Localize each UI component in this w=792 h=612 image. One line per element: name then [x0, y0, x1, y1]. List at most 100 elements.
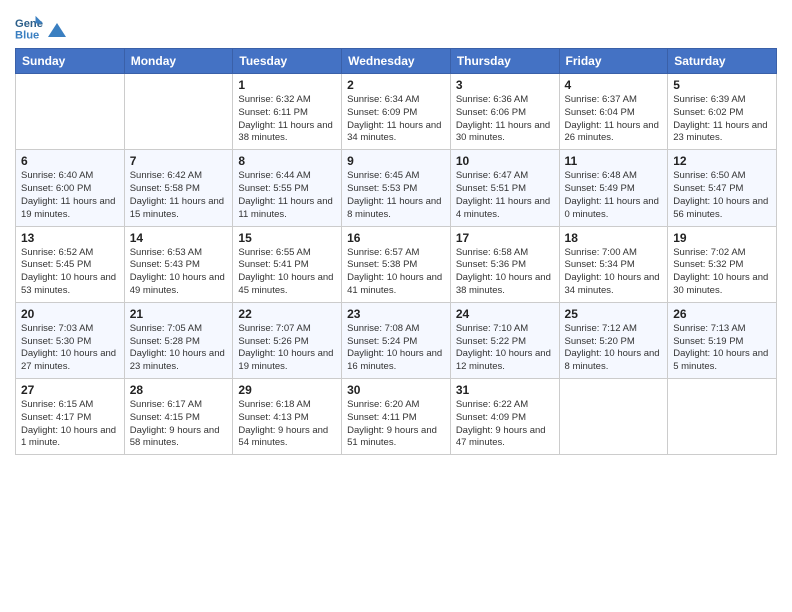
- day-number: 2: [347, 78, 445, 92]
- cell-content: 2Sunrise: 6:34 AM Sunset: 6:09 PM Daylig…: [347, 78, 445, 145]
- cell-content: 3Sunrise: 6:36 AM Sunset: 6:06 PM Daylig…: [456, 78, 554, 145]
- cell-content: 13Sunrise: 6:52 AM Sunset: 5:45 PM Dayli…: [21, 231, 119, 298]
- cell-content: 5Sunrise: 6:39 AM Sunset: 6:02 PM Daylig…: [673, 78, 771, 145]
- cell-content: 6Sunrise: 6:40 AM Sunset: 6:00 PM Daylig…: [21, 154, 119, 221]
- calendar-body: 1Sunrise: 6:32 AM Sunset: 6:11 PM Daylig…: [16, 74, 777, 455]
- calendar-cell: 28Sunrise: 6:17 AM Sunset: 4:15 PM Dayli…: [124, 379, 233, 455]
- header-row: SundayMondayTuesdayWednesdayThursdayFrid…: [16, 49, 777, 74]
- header-day-saturday: Saturday: [668, 49, 777, 74]
- day-number: 21: [130, 307, 228, 321]
- cell-text: Sunrise: 7:05 AM Sunset: 5:28 PM Dayligh…: [130, 323, 228, 374]
- cell-content: 28Sunrise: 6:17 AM Sunset: 4:15 PM Dayli…: [130, 383, 228, 450]
- day-number: 18: [565, 231, 663, 245]
- day-number: 30: [347, 383, 445, 397]
- header-day-wednesday: Wednesday: [342, 49, 451, 74]
- cell-content: 12 Sunrise: 6:50 AM Sunset: 5:47 PM Dayli…: [673, 154, 771, 221]
- calendar-cell: [124, 74, 233, 150]
- cell-content: 10Sunrise: 6:47 AM Sunset: 5:51 PM Dayli…: [456, 154, 554, 221]
- calendar-cell: 23 Sunrise: 7:08 AM Sunset: 5:24 PM Dayli…: [342, 302, 451, 378]
- logo-icon: General Blue: [15, 14, 43, 42]
- cell-text: Sunrise: 6:15 AM Sunset: 4:17 PM Dayligh…: [21, 399, 119, 450]
- header-day-tuesday: Tuesday: [233, 49, 342, 74]
- cell-content: 23 Sunrise: 7:08 AM Sunset: 5:24 PM Dayli…: [347, 307, 445, 374]
- cell-content: 21 Sunrise: 7:05 AM Sunset: 5:28 PM Dayli…: [130, 307, 228, 374]
- cell-text: Sunrise: 6:37 AM Sunset: 6:04 PM Dayligh…: [565, 94, 663, 145]
- week-row-5: 27 Sunrise: 6:15 AM Sunset: 4:17 PM Dayli…: [16, 379, 777, 455]
- calendar-cell: 14Sunrise: 6:53 AM Sunset: 5:43 PM Dayli…: [124, 226, 233, 302]
- cell-content: 7Sunrise: 6:42 AM Sunset: 5:58 PM Daylig…: [130, 154, 228, 221]
- cell-content: 9 Sunrise: 6:45 AM Sunset: 5:53 PM Daylig…: [347, 154, 445, 221]
- cell-content: 26 Sunrise: 7:13 AM Sunset: 5:19 PM Dayli…: [673, 307, 771, 374]
- calendar-cell: 18Sunrise: 7:00 AM Sunset: 5:34 PM Dayli…: [559, 226, 668, 302]
- calendar-cell: 27 Sunrise: 6:15 AM Sunset: 4:17 PM Dayli…: [16, 379, 125, 455]
- cell-text: Sunrise: 6:57 AM Sunset: 5:38 PM Dayligh…: [347, 247, 445, 298]
- cell-text: Sunrise: 6:48 AM Sunset: 5:49 PM Dayligh…: [565, 170, 663, 221]
- day-number: 17: [456, 231, 554, 245]
- calendar-cell: 8Sunrise: 6:44 AM Sunset: 5:55 PM Daylig…: [233, 150, 342, 226]
- day-number: 22: [238, 307, 336, 321]
- cell-content: 22 Sunrise: 7:07 AM Sunset: 5:26 PM Dayli…: [238, 307, 336, 374]
- calendar-cell: [668, 379, 777, 455]
- week-row-4: 20Sunrise: 7:03 AM Sunset: 5:30 PM Dayli…: [16, 302, 777, 378]
- calendar-cell: 24Sunrise: 7:10 AM Sunset: 5:22 PM Dayli…: [450, 302, 559, 378]
- calendar-table: SundayMondayTuesdayWednesdayThursdayFrid…: [15, 48, 777, 455]
- cell-text: Sunrise: 6:47 AM Sunset: 5:51 PM Dayligh…: [456, 170, 554, 221]
- header-day-monday: Monday: [124, 49, 233, 74]
- cell-text: Sunrise: 7:08 AM Sunset: 5:24 PM Dayligh…: [347, 323, 445, 374]
- day-number: 9: [347, 154, 445, 168]
- calendar-cell: 20Sunrise: 7:03 AM Sunset: 5:30 PM Dayli…: [16, 302, 125, 378]
- day-number: 23: [347, 307, 445, 321]
- cell-text: Sunrise: 6:45 AM Sunset: 5:53 PM Dayligh…: [347, 170, 445, 221]
- calendar-cell: 21 Sunrise: 7:05 AM Sunset: 5:28 PM Dayli…: [124, 302, 233, 378]
- day-number: 19: [673, 231, 771, 245]
- calendar-cell: 5Sunrise: 6:39 AM Sunset: 6:02 PM Daylig…: [668, 74, 777, 150]
- calendar-cell: 12 Sunrise: 6:50 AM Sunset: 5:47 PM Dayli…: [668, 150, 777, 226]
- calendar-cell: 10Sunrise: 6:47 AM Sunset: 5:51 PM Dayli…: [450, 150, 559, 226]
- cell-content: 8Sunrise: 6:44 AM Sunset: 5:55 PM Daylig…: [238, 154, 336, 221]
- cell-text: Sunrise: 6:55 AM Sunset: 5:41 PM Dayligh…: [238, 247, 336, 298]
- cell-content: 16 Sunrise: 6:57 AM Sunset: 5:38 PM Dayli…: [347, 231, 445, 298]
- week-row-2: 6Sunrise: 6:40 AM Sunset: 6:00 PM Daylig…: [16, 150, 777, 226]
- cell-content: 27 Sunrise: 6:15 AM Sunset: 4:17 PM Dayli…: [21, 383, 119, 450]
- calendar-cell: [16, 74, 125, 150]
- day-number: 20: [21, 307, 119, 321]
- calendar-cell: 31Sunrise: 6:22 AM Sunset: 4:09 PM Dayli…: [450, 379, 559, 455]
- day-number: 11: [565, 154, 663, 168]
- calendar-cell: 13Sunrise: 6:52 AM Sunset: 5:45 PM Dayli…: [16, 226, 125, 302]
- cell-text: Sunrise: 7:13 AM Sunset: 5:19 PM Dayligh…: [673, 323, 771, 374]
- cell-text: Sunrise: 7:07 AM Sunset: 5:26 PM Dayligh…: [238, 323, 336, 374]
- calendar-cell: 4 Sunrise: 6:37 AM Sunset: 6:04 PM Daylig…: [559, 74, 668, 150]
- calendar-cell: [559, 379, 668, 455]
- cell-content: 29Sunrise: 6:18 AM Sunset: 4:13 PM Dayli…: [238, 383, 336, 450]
- cell-content: 15 Sunrise: 6:55 AM Sunset: 5:41 PM Dayli…: [238, 231, 336, 298]
- calendar-cell: 7Sunrise: 6:42 AM Sunset: 5:58 PM Daylig…: [124, 150, 233, 226]
- week-row-1: 1Sunrise: 6:32 AM Sunset: 6:11 PM Daylig…: [16, 74, 777, 150]
- day-number: 27: [21, 383, 119, 397]
- cell-content: 14Sunrise: 6:53 AM Sunset: 5:43 PM Dayli…: [130, 231, 228, 298]
- calendar-cell: 25Sunrise: 7:12 AM Sunset: 5:20 PM Dayli…: [559, 302, 668, 378]
- cell-text: Sunrise: 7:02 AM Sunset: 5:32 PM Dayligh…: [673, 247, 771, 298]
- day-number: 4: [565, 78, 663, 92]
- cell-text: Sunrise: 6:50 AM Sunset: 5:47 PM Dayligh…: [673, 170, 771, 221]
- logo-triangle: [48, 23, 66, 37]
- calendar-cell: 6Sunrise: 6:40 AM Sunset: 6:00 PM Daylig…: [16, 150, 125, 226]
- cell-content: 4 Sunrise: 6:37 AM Sunset: 6:04 PM Daylig…: [565, 78, 663, 145]
- page: General Blue SundayMondayTuesdayWed: [0, 0, 792, 612]
- day-number: 28: [130, 383, 228, 397]
- day-number: 15: [238, 231, 336, 245]
- day-number: 26: [673, 307, 771, 321]
- calendar-cell: 30 Sunrise: 6:20 AM Sunset: 4:11 PM Dayli…: [342, 379, 451, 455]
- day-number: 3: [456, 78, 554, 92]
- cell-text: Sunrise: 6:20 AM Sunset: 4:11 PM Dayligh…: [347, 399, 445, 450]
- day-number: 24: [456, 307, 554, 321]
- cell-text: Sunrise: 6:32 AM Sunset: 6:11 PM Dayligh…: [238, 94, 336, 145]
- day-number: 16: [347, 231, 445, 245]
- cell-content: 25Sunrise: 7:12 AM Sunset: 5:20 PM Dayli…: [565, 307, 663, 374]
- header-day-sunday: Sunday: [16, 49, 125, 74]
- calendar-cell: 2Sunrise: 6:34 AM Sunset: 6:09 PM Daylig…: [342, 74, 451, 150]
- day-number: 8: [238, 154, 336, 168]
- day-number: 12: [673, 154, 771, 168]
- calendar-cell: 3Sunrise: 6:36 AM Sunset: 6:06 PM Daylig…: [450, 74, 559, 150]
- day-number: 6: [21, 154, 119, 168]
- cell-text: Sunrise: 6:42 AM Sunset: 5:58 PM Dayligh…: [130, 170, 228, 221]
